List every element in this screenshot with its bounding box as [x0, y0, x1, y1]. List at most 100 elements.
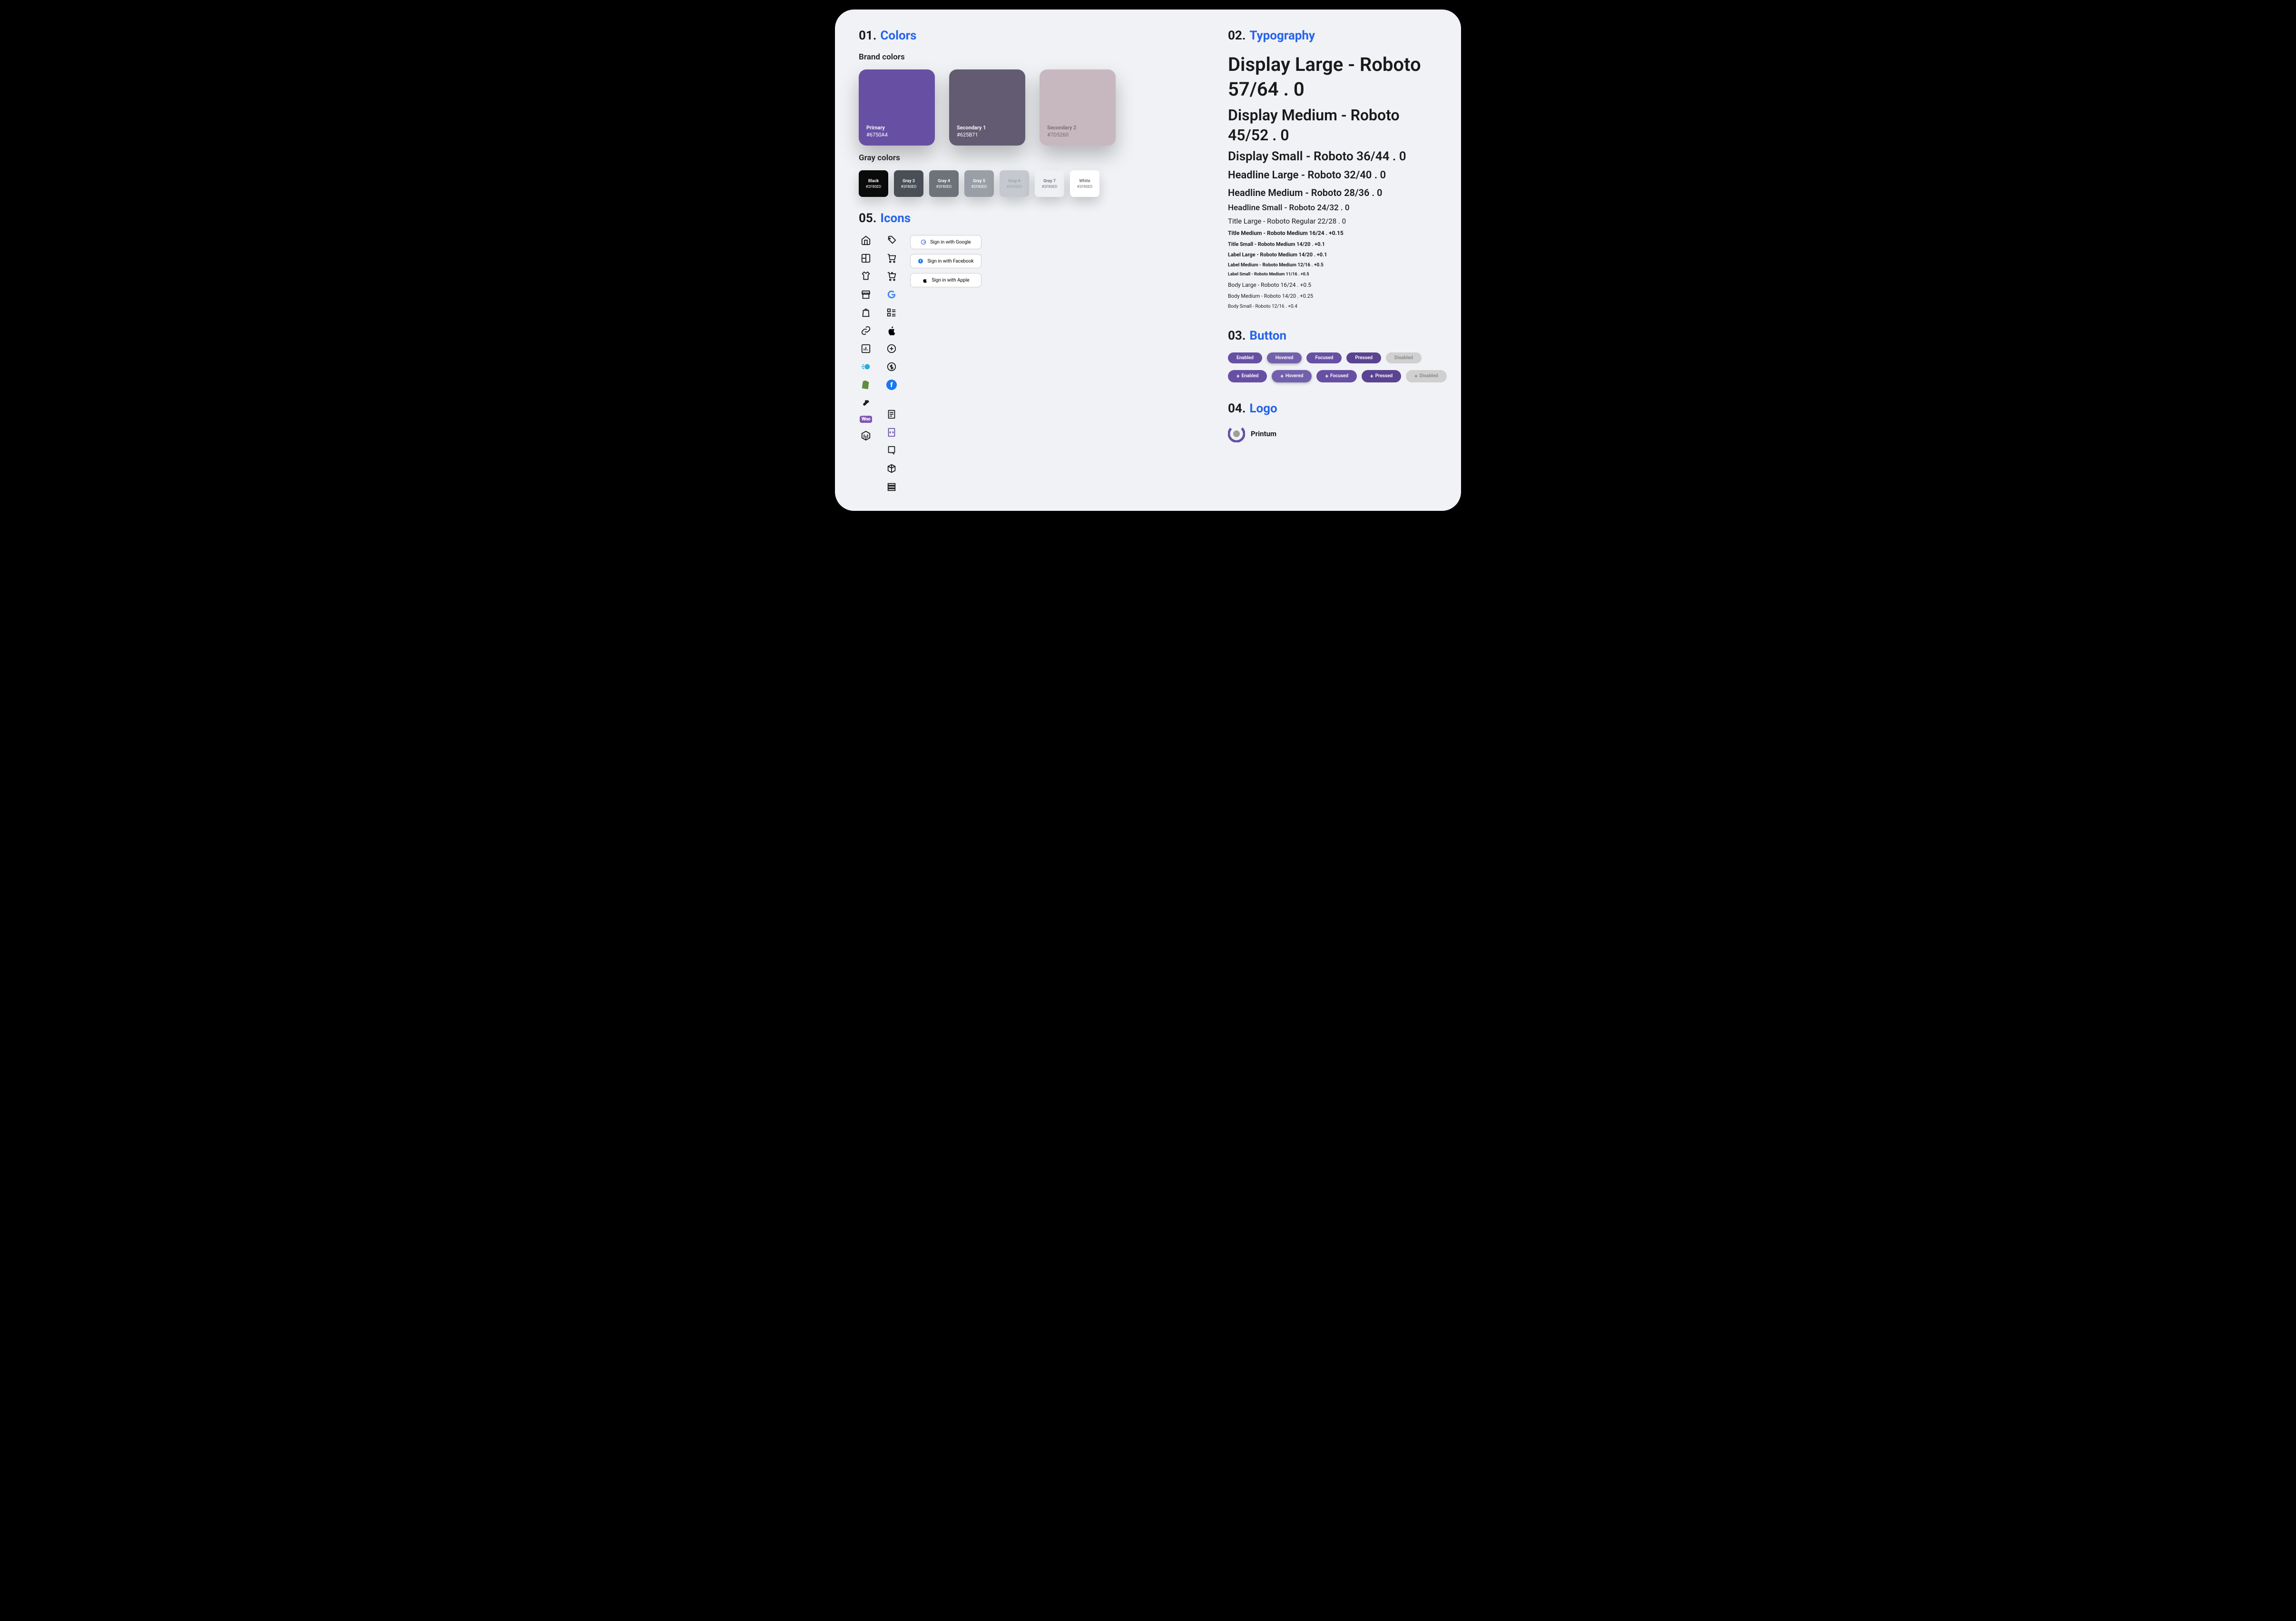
section-typography-header: 02. Typography — [1228, 29, 1437, 43]
plus-icon: + — [1370, 373, 1374, 380]
button-label: Pressed — [1375, 373, 1393, 379]
link-icon — [861, 325, 871, 336]
pressed-button[interactable]: Pressed — [1346, 352, 1381, 363]
swatch-name: Gray 5 — [973, 179, 985, 184]
signin-google-button[interactable]: Sign in with Google — [910, 235, 981, 249]
section-colors-header: 01. Colors — [859, 29, 1190, 43]
chart-icon — [861, 343, 871, 354]
dollar-icon — [886, 361, 897, 372]
gray-swatch-row: Black#2F80EDGray 3#2F80EDGray 4#2F80EDGr… — [859, 170, 1190, 197]
home-icon — [861, 235, 871, 245]
button-label: Pressed — [1355, 355, 1373, 361]
type-sample: Label Small - Roboto Medium 11/16 . +0.5 — [1228, 272, 1437, 278]
section-num: 01. — [859, 29, 876, 43]
section-title: Typography — [1249, 29, 1315, 43]
button-label: Focused — [1315, 355, 1333, 361]
hovered-button[interactable]: Hovered — [1267, 352, 1302, 363]
swatch-name: Gray 6 — [1008, 179, 1020, 184]
type-sample: Body Large - Roboto 16/24 . +0.5 — [1228, 282, 1437, 289]
signin-label: Sign in with Google — [930, 240, 971, 245]
disabled-button: +Disabled — [1406, 370, 1446, 382]
cart-add-icon — [886, 271, 897, 282]
cart-icon — [886, 253, 897, 264]
type-sample: Title Small - Roboto Medium 14/20 . +0.1 — [1228, 241, 1437, 248]
button-label: Focused — [1330, 373, 1348, 379]
hovered-button[interactable]: +Hovered — [1272, 370, 1312, 382]
bag-icon — [861, 307, 871, 318]
signin-label: Sign in with Apple — [932, 278, 969, 283]
section-icons-header: 05. Icons — [859, 211, 1190, 225]
type-sample: Display Small - Roboto 36/44 . 0 — [1228, 149, 1437, 165]
signin-facebook-button[interactable]: f Sign in with Facebook — [910, 254, 981, 268]
logo-name: Printum — [1251, 430, 1276, 438]
type-sample: Label Large - Roboto Medium 14/20 . +0.1 — [1228, 252, 1437, 258]
magento-icon — [861, 430, 871, 441]
brand-swatch-row: Primary #6750A4 Secondary 1 #625B71 Seco… — [859, 69, 1190, 146]
type-sample: Body Small - Roboto 12/16 . +0.4 — [1228, 303, 1437, 310]
icon-column-2: f — [884, 235, 899, 492]
enabled-button[interactable]: Enabled — [1228, 352, 1262, 363]
button-label: Disabled — [1420, 373, 1438, 379]
focused-button[interactable]: Focused — [1306, 352, 1342, 363]
section-num: 03. — [1228, 329, 1246, 343]
section-title: Icons — [880, 211, 911, 225]
file-edit-icon — [886, 445, 897, 456]
plus-icon: + — [1236, 373, 1240, 380]
button-label: Hovered — [1285, 373, 1304, 379]
swatch-hex: #2F80ED — [971, 185, 987, 189]
type-sample: Body Medium - Roboto 14/20 . +0.25 — [1228, 293, 1437, 300]
pressed-button[interactable]: +Pressed — [1362, 370, 1401, 382]
swatch-hex: #2F80ED — [866, 185, 882, 189]
woocommerce-icon: Woo — [860, 416, 872, 423]
section-button-header: 03. Button — [1228, 329, 1437, 343]
signin-apple-button[interactable]: Sign in with Apple — [910, 273, 981, 287]
type-sample: Label Medium - Roboto Medium 12/16 . +0.… — [1228, 262, 1437, 268]
focused-button[interactable]: +Focused — [1316, 370, 1357, 382]
swatch-secondary-2: Secondary 2 #7D5260 — [1040, 69, 1116, 146]
shopify-icon — [861, 380, 871, 390]
brand-colors-subhead: Brand colors — [859, 52, 1190, 62]
swatch-name: Gray 4 — [938, 179, 950, 184]
type-sample: Headline Medium - Roboto 28/36 . 0 — [1228, 186, 1437, 199]
plus-circle-icon — [886, 343, 897, 354]
icon-column-1: Woo — [859, 235, 873, 441]
section-logo-header: 04. Logo — [1228, 401, 1437, 416]
section-title: Logo — [1249, 401, 1277, 416]
file-icon — [886, 409, 897, 420]
swatch-name: Gray 3 — [903, 179, 915, 184]
google-icon — [886, 289, 897, 300]
section-title: Colors — [880, 29, 916, 43]
swatch-white: White#2F80ED — [1070, 170, 1099, 197]
type-sample: Title Large - Roboto Regular 22/28 . 0 — [1228, 217, 1437, 226]
swatch-name: Primary — [866, 125, 927, 131]
type-sample: Display Large - Roboto 57/64 . 0 — [1228, 52, 1437, 102]
plus-icon: + — [1414, 373, 1418, 380]
button-label: Hovered — [1276, 355, 1294, 361]
signin-label: Sign in with Facebook — [927, 259, 973, 264]
file-code-icon — [886, 427, 897, 438]
plus-icon: + — [1280, 373, 1284, 380]
swatch-black: Black#2F80ED — [859, 170, 888, 197]
section-title: Button — [1249, 329, 1286, 343]
swatch-hex: #7D5260 — [1047, 132, 1108, 138]
icons-block: Woo f — [859, 235, 1190, 492]
enabled-button[interactable]: +Enabled — [1228, 370, 1267, 382]
swatch-hex: #2F80ED — [1007, 185, 1022, 189]
apple-icon — [922, 277, 928, 283]
cube-icon — [886, 463, 897, 474]
type-sample: Headline Small - Roboto 24/32 . 0 — [1228, 203, 1437, 213]
swatch-name: Black — [868, 179, 879, 184]
type-sample: Display Medium - Roboto 45/52 . 0 — [1228, 106, 1437, 145]
swatch-name: Secondary 2 — [1047, 125, 1108, 131]
button-row-1: Enabled Hovered Focused Pressed Disabled — [1228, 352, 1437, 363]
dashboard-icon — [861, 253, 871, 264]
facebook-icon: f — [918, 258, 923, 264]
swatch-hex: #2F80ED — [936, 185, 952, 189]
button-label: Disabled — [1394, 355, 1413, 361]
stack-icon — [886, 481, 897, 492]
button-label: Enabled — [1242, 373, 1259, 379]
swatch-gray-4: Gray 4#2F80ED — [929, 170, 959, 197]
gray-colors-subhead: Gray colors — [859, 153, 1190, 163]
shirt-icon — [861, 271, 871, 282]
swatch-hex: #2F80ED — [901, 185, 917, 189]
